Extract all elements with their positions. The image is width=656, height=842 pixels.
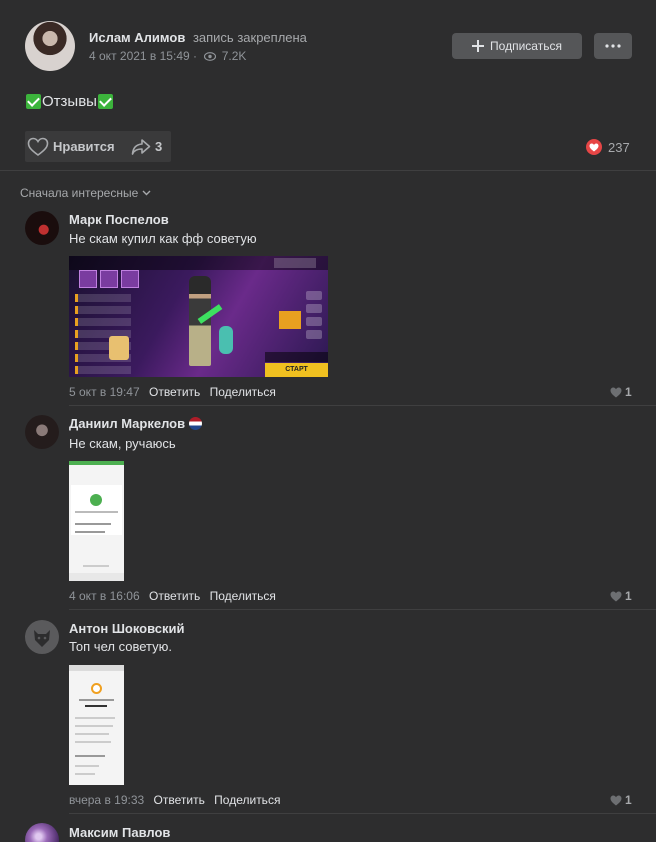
likes-total[interactable]: 237 bbox=[586, 139, 630, 155]
comment-image[interactable] bbox=[69, 461, 124, 581]
divider bbox=[69, 609, 656, 610]
comment-avatar[interactable] bbox=[25, 415, 59, 449]
check-emoji-icon bbox=[26, 94, 41, 109]
heart-filled-icon bbox=[610, 795, 622, 805]
post-text-value: Отзывы bbox=[42, 93, 97, 110]
chevron-down-icon bbox=[142, 190, 151, 196]
comment-text: Топ чел советую. bbox=[69, 639, 172, 654]
subscribe-button[interactable]: Подписаться bbox=[452, 33, 582, 59]
comment-like-button[interactable]: 1 bbox=[610, 589, 632, 603]
comment-author-line: Даниил Маркелов bbox=[69, 416, 203, 431]
plus-icon bbox=[472, 40, 485, 52]
post-actions: Нравится 3 bbox=[25, 131, 171, 162]
dog-icon bbox=[34, 630, 50, 647]
comment-time[interactable]: вчера в 19:33 bbox=[69, 793, 144, 807]
author-avatar[interactable] bbox=[25, 21, 75, 71]
share-link[interactable]: Поделиться bbox=[214, 793, 280, 807]
share-count: 3 bbox=[155, 139, 163, 154]
comments-sort-dropdown[interactable]: Сначала интересные bbox=[20, 186, 151, 200]
likes-total-count: 237 bbox=[608, 139, 630, 155]
eye-icon bbox=[204, 52, 217, 61]
comment-text: Не скам, ручаюсь bbox=[69, 436, 176, 451]
reply-link[interactable]: Ответить bbox=[154, 793, 205, 807]
subscribe-label: Подписаться bbox=[490, 39, 562, 53]
like-button[interactable]: Нравится bbox=[25, 131, 115, 162]
heart-outline-icon bbox=[27, 137, 49, 156]
comment-avatar[interactable] bbox=[25, 823, 59, 842]
post-date[interactable]: 4 окт 2021 в 15:49 · bbox=[89, 49, 197, 63]
post-text: Отзывы bbox=[25, 93, 114, 110]
pinned-note: запись закреплена bbox=[192, 30, 307, 45]
comment-image[interactable]: СТАРТ bbox=[69, 256, 328, 377]
reply-link[interactable]: Ответить bbox=[149, 385, 200, 399]
comment-author[interactable]: Марк Поспелов bbox=[69, 212, 169, 227]
author-line: Ислам Алимов запись закреплена bbox=[89, 30, 307, 45]
comment-footer: вчера в 19:33 Ответить Поделиться bbox=[69, 793, 280, 807]
divider bbox=[69, 813, 656, 814]
comment-author[interactable]: Даниил Маркелов bbox=[69, 416, 185, 431]
post-meta: 4 окт 2021 в 15:49 · 7.2K bbox=[89, 49, 246, 63]
comment-text: Не скам купил как фф советую bbox=[69, 231, 257, 246]
comment-author[interactable]: Антон Шоковский bbox=[69, 621, 185, 636]
heart-filled-icon bbox=[610, 387, 622, 397]
comment-like-count: 1 bbox=[625, 589, 632, 603]
more-button[interactable] bbox=[594, 33, 632, 59]
comment-time[interactable]: 5 окт в 19:47 bbox=[69, 385, 140, 399]
comment-avatar[interactable] bbox=[25, 211, 59, 245]
comments-sort-label: Сначала интересные bbox=[20, 186, 139, 200]
comment-footer: 5 окт в 19:47 Ответить Поделиться bbox=[69, 385, 276, 399]
image-start-label: СТАРТ bbox=[285, 366, 308, 373]
comment-like-button[interactable]: 1 bbox=[610, 385, 632, 399]
comment-author[interactable]: Максим Павлов bbox=[69, 825, 170, 840]
comment-footer: 4 окт в 16:06 Ответить Поделиться bbox=[69, 589, 276, 603]
share-link[interactable]: Поделиться bbox=[210, 589, 276, 603]
view-count: 7.2K bbox=[221, 49, 247, 63]
comment-like-count: 1 bbox=[625, 793, 632, 807]
comment-avatar[interactable] bbox=[25, 620, 59, 654]
reply-link[interactable]: Ответить bbox=[149, 589, 200, 603]
post-header: Ислам Алимов запись закреплена 4 окт 202… bbox=[0, 0, 656, 80]
check-emoji-icon bbox=[97, 94, 113, 109]
author-name[interactable]: Ислам Алимов bbox=[89, 30, 185, 45]
divider bbox=[69, 405, 656, 406]
share-link[interactable]: Поделиться bbox=[210, 385, 276, 399]
divider bbox=[0, 170, 656, 171]
more-icon bbox=[605, 44, 621, 48]
comment-time[interactable]: 4 окт в 16:06 bbox=[69, 589, 140, 603]
comment-image[interactable] bbox=[69, 665, 124, 785]
share-button[interactable]: 3 bbox=[131, 131, 162, 162]
share-icon bbox=[131, 138, 151, 155]
comment-like-button[interactable]: 1 bbox=[610, 793, 632, 807]
comment-like-count: 1 bbox=[625, 385, 632, 399]
heart-filled-icon bbox=[610, 591, 622, 601]
like-label: Нравится bbox=[53, 139, 115, 154]
heart-filled-icon bbox=[586, 139, 602, 155]
flag-icon bbox=[189, 417, 203, 430]
